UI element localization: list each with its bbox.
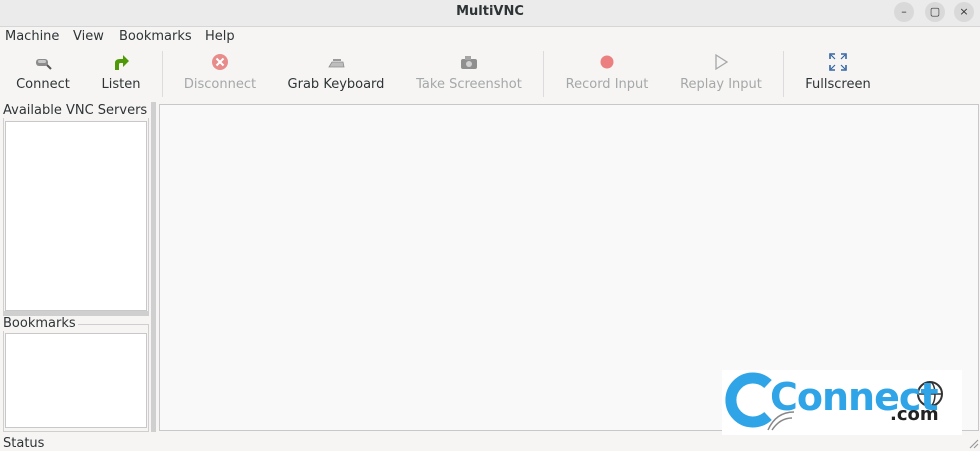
servers-group-label: Available VNC Servers bbox=[3, 103, 150, 118]
plug-icon bbox=[36, 59, 52, 70]
left-pane: Available VNC Servers Bookmarks bbox=[0, 102, 152, 432]
watermark-suffix: .com bbox=[890, 404, 939, 425]
status-text: Status bbox=[3, 436, 45, 451]
listen-button[interactable]: Listen bbox=[90, 47, 152, 99]
menubar: Machine View Bookmarks Help bbox=[0, 27, 980, 47]
keyboard-icon bbox=[328, 59, 345, 68]
window-titlebar: MultiVNC – ▢ × bbox=[0, 0, 980, 27]
record-input-button[interactable]: Record Input bbox=[562, 47, 652, 99]
take-screenshot-button[interactable]: Take Screenshot bbox=[414, 47, 524, 99]
connect-label: Connect bbox=[16, 77, 70, 92]
menu-bookmarks[interactable]: Bookmarks bbox=[119, 29, 192, 44]
horizontal-splitter-handle[interactable] bbox=[3, 311, 149, 316]
camera-icon bbox=[461, 56, 477, 69]
toolbar: Connect Listen Disconnect Grab Keyboard … bbox=[0, 47, 980, 102]
minimize-button[interactable]: – bbox=[894, 2, 914, 22]
resize-grip-icon[interactable] bbox=[967, 437, 979, 449]
take-screenshot-label: Take Screenshot bbox=[416, 77, 522, 92]
record-input-label: Record Input bbox=[565, 77, 649, 92]
fullscreen-arrows-icon bbox=[829, 53, 847, 71]
toolbar-separator bbox=[162, 51, 163, 97]
stop-x-icon bbox=[212, 54, 228, 70]
servers-list[interactable] bbox=[5, 121, 147, 311]
fullscreen-button[interactable]: Fullscreen bbox=[802, 47, 874, 99]
toolbar-separator bbox=[783, 51, 784, 97]
maximize-button[interactable]: ▢ bbox=[925, 2, 945, 22]
redo-arrow-icon bbox=[115, 55, 129, 70]
play-triangle-icon bbox=[715, 53, 729, 71]
vertical-splitter-handle[interactable] bbox=[151, 102, 156, 432]
window-title: MultiVNC bbox=[456, 4, 524, 19]
bookmarks-group-label: Bookmarks bbox=[3, 316, 78, 331]
replay-input-label: Replay Input bbox=[680, 77, 762, 92]
record-dot-icon bbox=[600, 55, 614, 69]
disconnect-label: Disconnect bbox=[183, 77, 257, 92]
close-button[interactable]: × bbox=[954, 2, 974, 22]
connect-watermark-logo: Connect .com bbox=[722, 370, 962, 435]
fullscreen-label: Fullscreen bbox=[805, 77, 871, 92]
connect-button[interactable]: Connect bbox=[8, 47, 78, 99]
grab-keyboard-button[interactable]: Grab Keyboard bbox=[284, 47, 388, 99]
grab-keyboard-label: Grab Keyboard bbox=[287, 77, 385, 92]
replay-input-button[interactable]: Replay Input bbox=[676, 47, 766, 99]
statusbar: Status bbox=[0, 433, 980, 451]
toolbar-separator bbox=[543, 51, 544, 97]
listen-label: Listen bbox=[101, 77, 141, 92]
menu-help[interactable]: Help bbox=[205, 29, 235, 44]
menu-machine[interactable]: Machine bbox=[5, 29, 59, 44]
bookmarks-list[interactable] bbox=[5, 333, 147, 428]
menu-view[interactable]: View bbox=[73, 29, 104, 44]
disconnect-button[interactable]: Disconnect bbox=[180, 47, 260, 99]
